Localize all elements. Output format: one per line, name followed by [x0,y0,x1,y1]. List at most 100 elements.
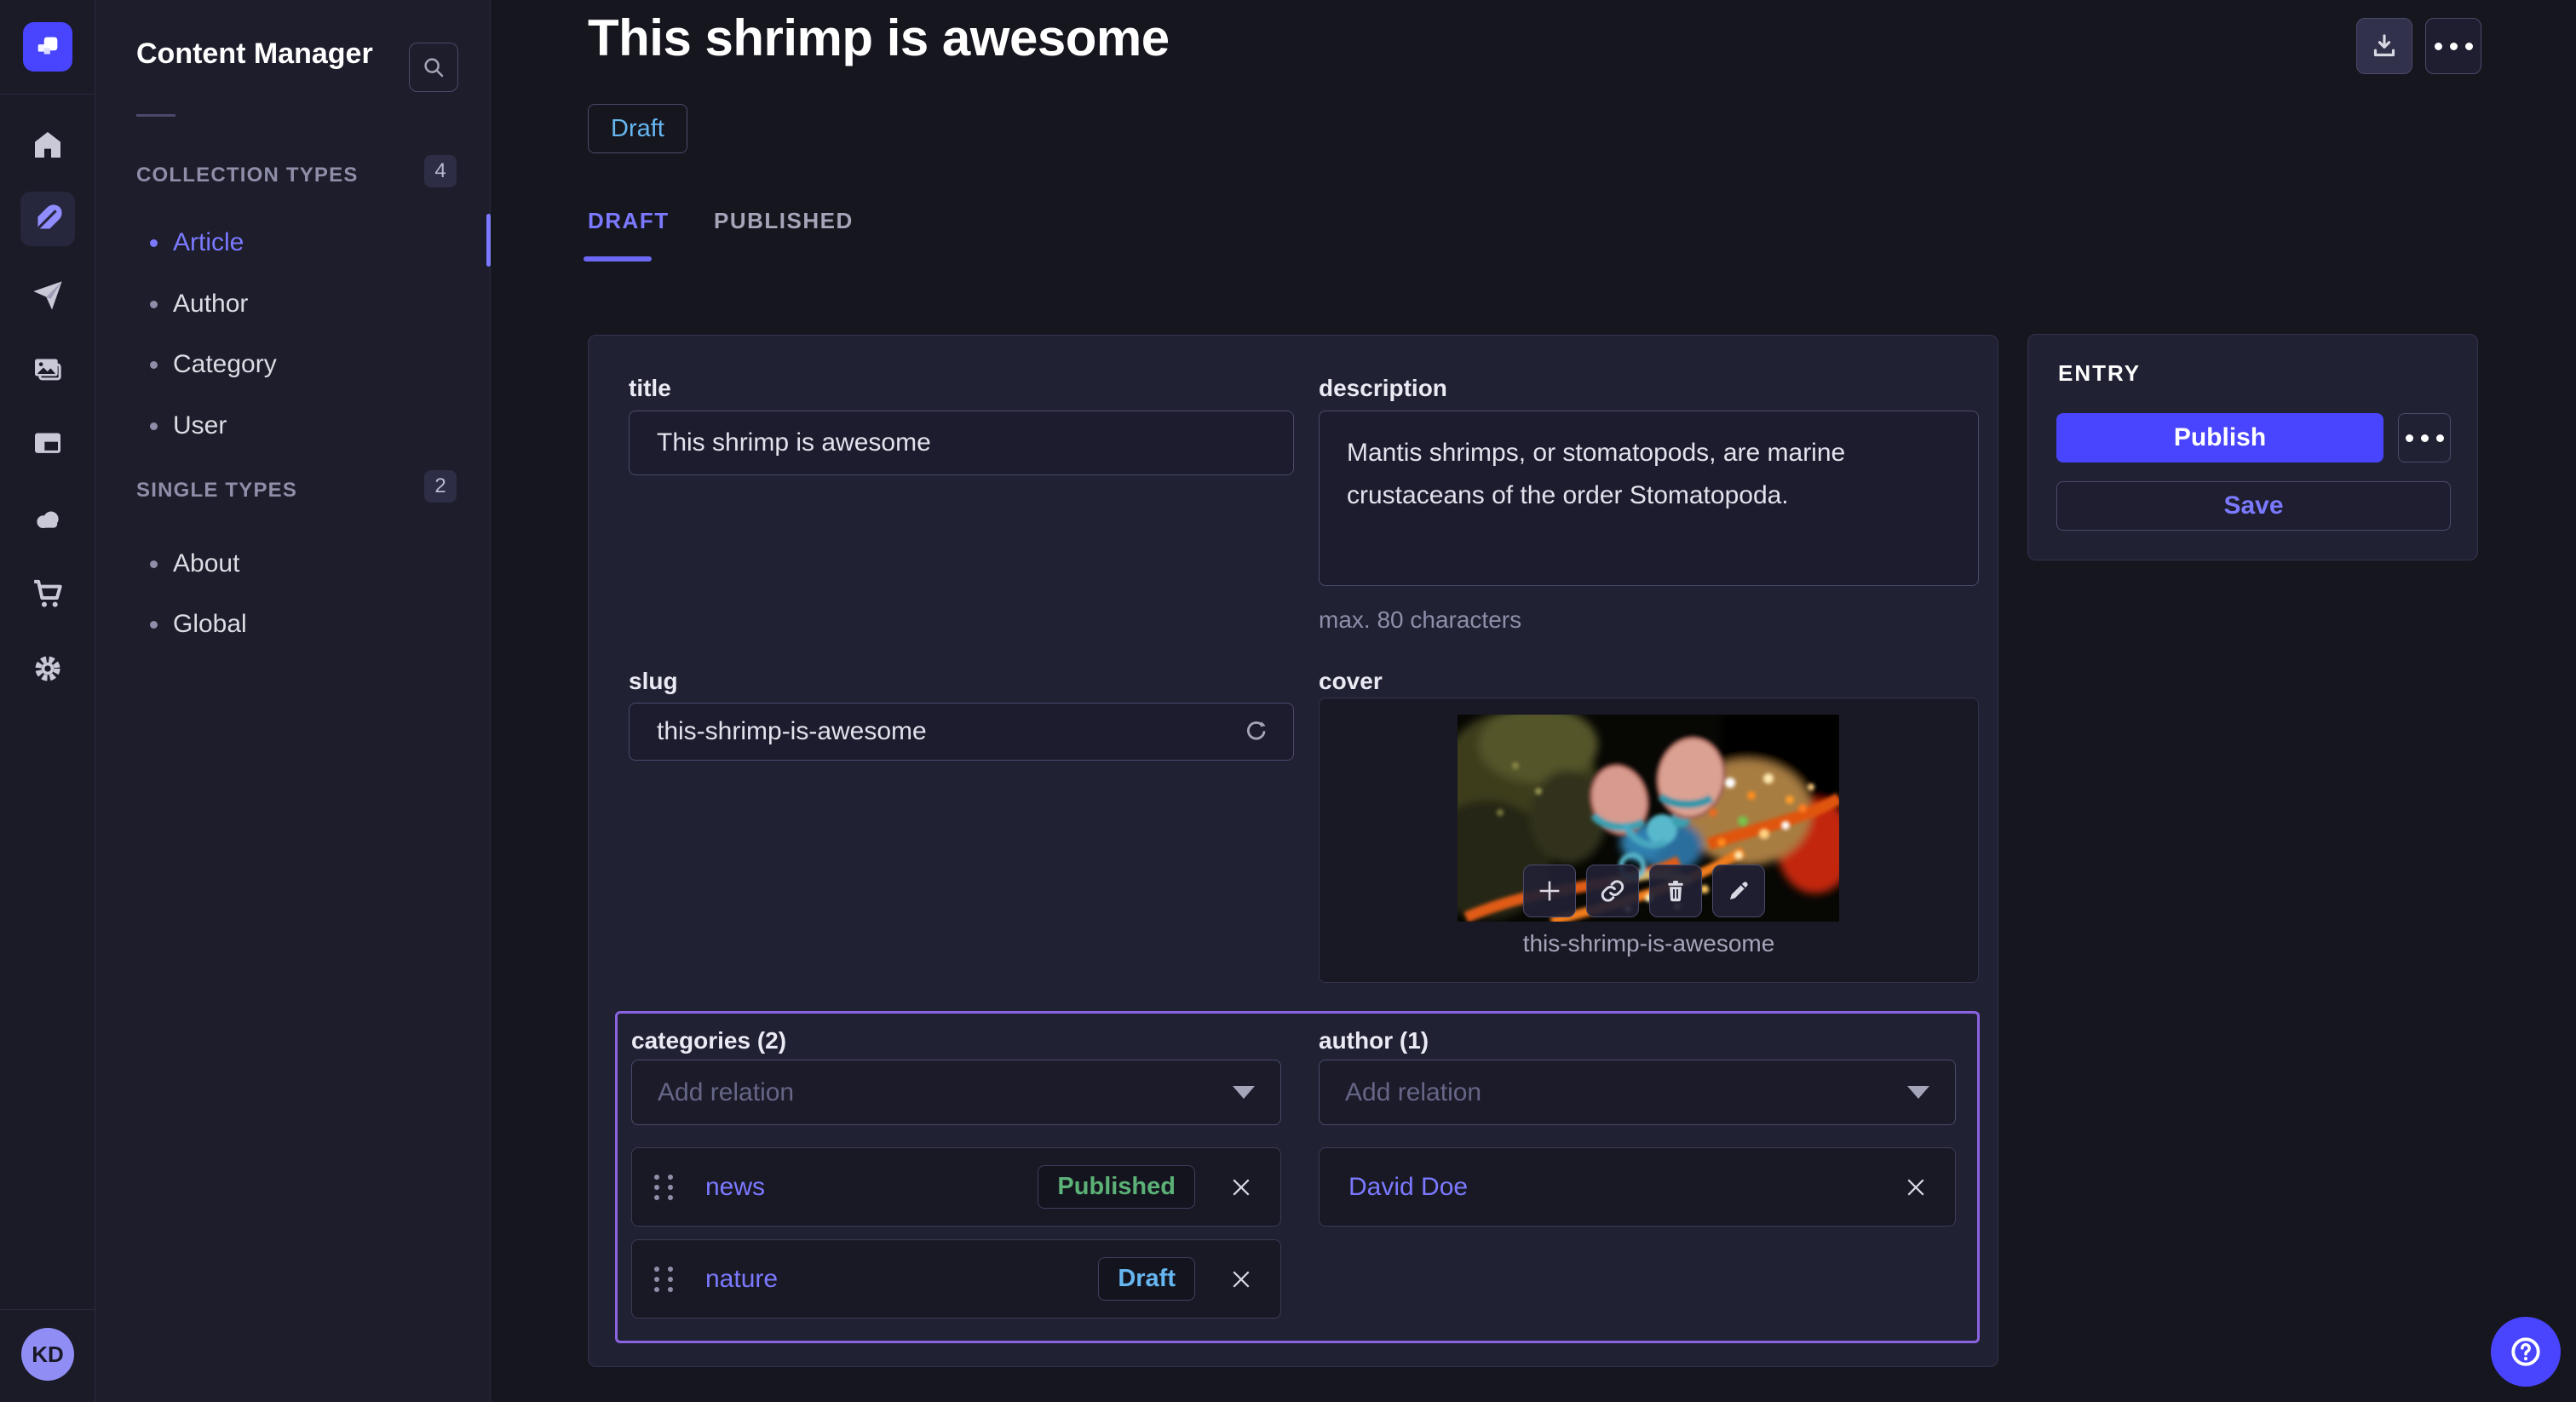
nav-settings-button[interactable] [29,650,66,687]
author-add-relation-select[interactable]: Add relation [1319,1060,1956,1125]
drag-handle-icon[interactable] [654,1267,675,1292]
chevron-down-icon [1233,1086,1255,1099]
bullet-icon [150,301,158,308]
nav-divider [0,94,95,95]
help-button[interactable] [2491,1317,2561,1387]
pencil-icon [1726,878,1751,904]
trash-icon [1663,878,1688,904]
question-circle-icon [2508,1334,2544,1370]
close-icon [1903,1175,1929,1200]
content-manager-sidebar: Content Manager COLLECTION TYPES 4 Artic… [95,0,491,1402]
remove-relation-button[interactable] [1899,1170,1933,1204]
export-button[interactable] [2356,18,2412,74]
feather-icon [30,201,66,237]
nav-content-manager-button[interactable] [29,200,66,238]
strapi-logo[interactable] [23,22,72,72]
author-field-label: author (1) [1319,1027,1429,1054]
nav-marketplace-button[interactable] [29,575,66,612]
nav-bottom-divider [0,1309,95,1310]
relation-link[interactable]: nature [705,1265,778,1294]
description-textarea[interactable]: Mantis shrimps, or stomatopods, are mari… [1319,411,1979,586]
cart-icon [31,577,65,611]
search-icon [421,55,446,80]
relation-link[interactable]: news [705,1173,765,1202]
sidebar-item-global[interactable]: Global [95,594,487,655]
add-relation-placeholder: Add relation [658,1078,1233,1107]
cover-add-button[interactable] [1523,865,1576,917]
main-nav: KD [0,0,95,1402]
description-hint: max. 80 characters [1319,606,1521,634]
tab-draft[interactable]: DRAFT [588,208,670,234]
entry-panel: ENTRY Publish Save [2027,334,2478,560]
bullet-icon [150,560,158,568]
section-single-types: SINGLE TYPES [136,479,297,503]
categories-add-relation-select[interactable]: Add relation [631,1060,1281,1125]
user-avatar[interactable]: KD [21,1328,74,1381]
slug-field [629,703,1294,761]
entry-heading: ENTRY [2058,360,2141,387]
cover-field: this-shrimp-is-awesome [1319,698,1979,983]
active-tab-underline [584,256,652,261]
cover-copy-link-button[interactable] [1586,865,1639,917]
entry-more-button[interactable] [2398,413,2451,463]
drag-handle-icon[interactable] [654,1175,675,1200]
relation-status-badge: Published [1038,1165,1195,1209]
media-icon [31,353,65,387]
subnav-divider [136,114,175,117]
sidebar-item-label: User [173,411,227,440]
sidebar-item-label: Author [173,290,248,319]
save-button[interactable]: Save [2056,481,2451,531]
cloud-icon [30,502,66,537]
tab-published[interactable]: PUBLISHED [714,208,854,234]
cover-edit-button[interactable] [1712,865,1765,917]
link-icon [1599,877,1626,905]
sidebar-item-label: Global [173,610,247,639]
nav-content-type-builder-button[interactable] [29,425,66,463]
add-relation-placeholder: Add relation [1345,1078,1907,1107]
title-input[interactable] [629,411,1294,475]
slug-field-label: slug [629,668,678,695]
cover-delete-button[interactable] [1649,865,1702,917]
title-field-label: title [629,375,671,402]
ellipsis-icon [2435,43,2473,50]
author-item-david-doe: David Doe [1319,1147,1956,1227]
plus-icon [1535,876,1564,905]
subnav-title: Content Manager [136,37,373,71]
nav-media-library-button[interactable] [29,351,66,388]
regenerate-slug-button[interactable] [1239,715,1274,749]
close-icon [1228,1267,1254,1292]
paper-plane-icon [31,279,65,313]
close-icon [1228,1175,1254,1200]
cover-field-label: cover [1319,668,1383,695]
relation-link[interactable]: David Doe [1348,1173,1468,1202]
remove-relation-button[interactable] [1224,1170,1258,1204]
description-field-label: description [1319,375,1447,402]
nav-home-button[interactable] [29,126,66,164]
relations-highlight-group: categories (2) Add relation news Publish… [615,1011,1980,1343]
cover-action-bar [1523,865,1765,917]
search-button[interactable] [409,43,458,92]
slug-input[interactable] [629,703,1294,761]
sidebar-item-about[interactable]: About [95,533,487,595]
sidebar-item-category[interactable]: Category [95,334,487,395]
home-icon [31,128,65,162]
strapi-logo-icon [33,32,62,61]
sidebar-item-user[interactable]: User [95,395,487,457]
nav-deploy-button[interactable] [29,501,66,538]
nav-releases-button[interactable] [29,277,66,314]
publish-button[interactable]: Publish [2056,413,2383,463]
refresh-icon [1242,717,1271,746]
bullet-icon [150,361,158,369]
sidebar-item-author[interactable]: Author [95,273,487,335]
sidebar-item-article[interactable]: Article [95,212,487,273]
sidebar-item-label: Article [173,228,244,257]
chevron-down-icon [1907,1086,1929,1099]
categories-field-label: categories (2) [631,1027,786,1054]
category-item-nature: nature Draft [631,1239,1281,1319]
more-actions-button[interactable] [2425,18,2481,74]
bullet-icon [150,621,158,629]
page-title: This shrimp is awesome [588,9,1170,67]
remove-relation-button[interactable] [1224,1262,1258,1296]
sidebar-item-label: About [173,549,239,578]
ellipsis-icon [2406,434,2444,442]
